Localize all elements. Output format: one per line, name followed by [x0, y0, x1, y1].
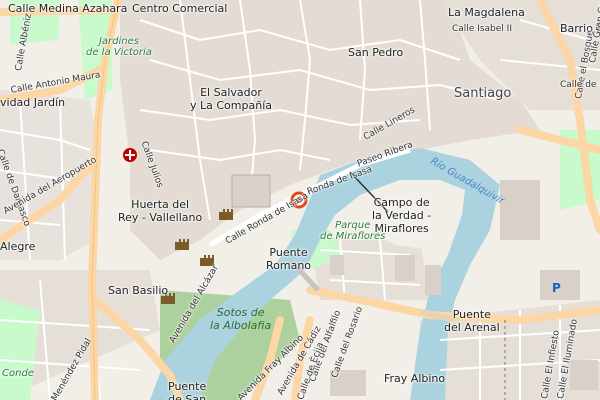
label-el-salvador: El Salvador y La Compañía [190, 86, 272, 112]
label-santiago: Santiago [454, 86, 512, 101]
label-vidad-jardin: vidad Jardín [0, 96, 66, 109]
label-calle-de-la-rioja: Calle de la Rioja [560, 80, 600, 90]
label-conde: Conde [2, 368, 34, 379]
label-calle-isabel: Calle Isabel II [452, 24, 512, 34]
label-puente-romano: Puente Romano [266, 246, 312, 272]
label-huerta-rey: Huerta del Rey - Vallellano [118, 198, 203, 224]
label-alegre: Alegre [0, 240, 36, 253]
label-parque-miraflores: Parque de Miraflores [320, 220, 386, 242]
label-puente-san-rafael: Puente de San [168, 380, 207, 400]
label-puente-arenal: Puente del Arenal [444, 308, 500, 334]
parking-icon: P [552, 281, 561, 295]
label-sotos-albolafia: Sotos de la Albolafia [210, 306, 272, 332]
label-centro-comercial: Centro Comercial [132, 2, 228, 15]
label-la-magdalena: La Magdalena [448, 6, 525, 19]
label-san-basilio: San Basilio [108, 284, 169, 297]
map-canvas[interactable]: P Calle Medina Azahara Centro Comercial … [0, 0, 600, 400]
label-jardines-victoria: Jardines de la Victoria [86, 36, 152, 58]
label-fray-albino: Fray Albino [384, 372, 446, 385]
label-san-pedro: San Pedro [348, 46, 404, 59]
